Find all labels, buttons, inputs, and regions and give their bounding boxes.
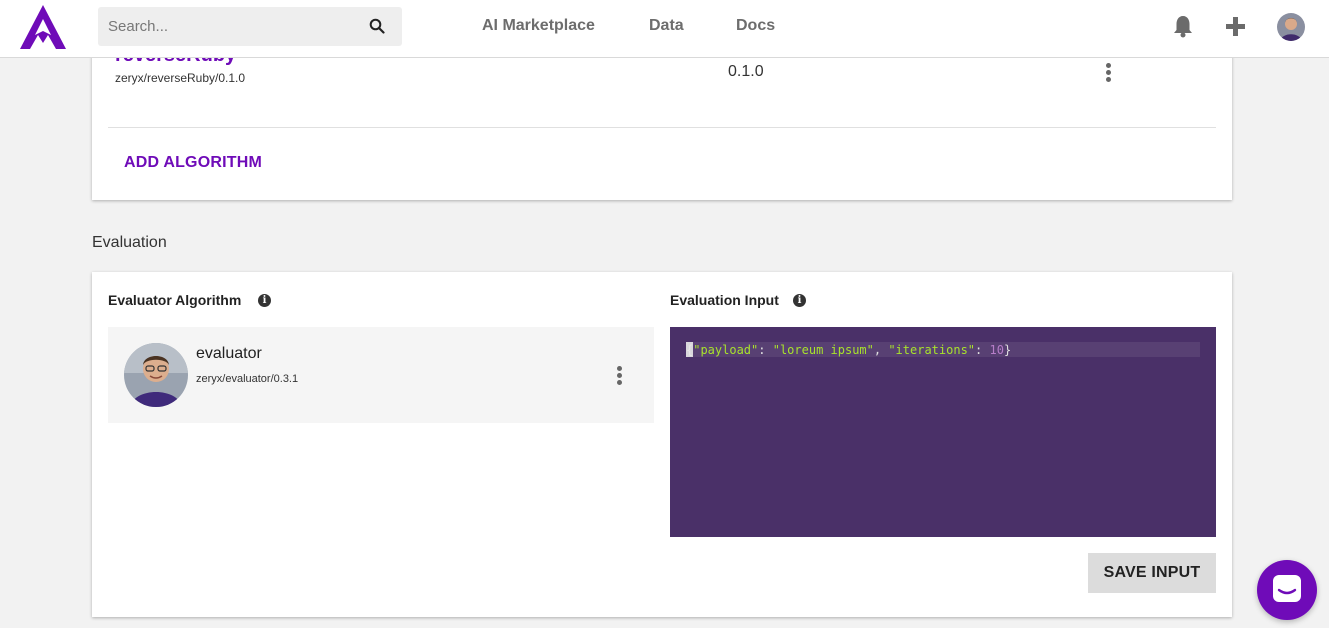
logo-icon[interactable] bbox=[20, 5, 66, 49]
evaluation-section-title: Evaluation bbox=[92, 234, 167, 251]
search-input[interactable] bbox=[98, 7, 402, 46]
algorithm-menu-icon[interactable] bbox=[1101, 63, 1115, 85]
divider bbox=[108, 127, 1216, 128]
nav-docs[interactable]: Docs bbox=[736, 17, 775, 35]
code-line: {"payload": "loreum ipsum", "iterations"… bbox=[686, 342, 1200, 357]
chat-icon bbox=[1273, 575, 1301, 602]
algorithm-version: 0.1.0 bbox=[728, 63, 764, 80]
code-key: "payload" bbox=[693, 343, 759, 357]
plus-icon[interactable] bbox=[1225, 16, 1246, 37]
code-number: 10 bbox=[989, 343, 1004, 357]
evaluator-algorithm-title: Evaluator Algorithm bbox=[108, 292, 242, 308]
nav-ai-marketplace[interactable]: AI Marketplace bbox=[482, 17, 595, 35]
evaluation-card: Evaluator Algorithm i Evaluation Input i… bbox=[92, 272, 1232, 617]
nav-data[interactable]: Data bbox=[649, 17, 684, 35]
evaluator-algorithm-item[interactable]: evaluator zeryx/evaluator/0.3.1 bbox=[108, 327, 654, 423]
evaluator-name: evaluator bbox=[196, 345, 262, 362]
evaluator-avatar bbox=[124, 343, 188, 407]
evaluator-path: zeryx/evaluator/0.3.1 bbox=[196, 373, 299, 385]
info-icon[interactable]: i bbox=[793, 294, 806, 307]
algorithm-path: zeryx/reverseRuby/0.1.0 bbox=[115, 71, 246, 85]
chat-launcher-button[interactable] bbox=[1257, 560, 1317, 620]
info-icon[interactable]: i bbox=[258, 294, 271, 307]
bell-icon[interactable] bbox=[1172, 14, 1194, 38]
evaluator-menu-icon[interactable] bbox=[612, 366, 626, 388]
code-value: "loreum ipsum" bbox=[772, 343, 874, 357]
code-key: "iterations" bbox=[888, 343, 976, 357]
user-avatar[interactable] bbox=[1277, 13, 1305, 41]
add-algorithm-button[interactable]: ADD ALGORITHM bbox=[124, 154, 262, 172]
evaluation-input-editor[interactable]: {"payload": "loreum ipsum", "iterations"… bbox=[670, 327, 1216, 537]
evaluation-input-title: Evaluation Input bbox=[670, 292, 779, 308]
top-bar: AI Marketplace Data Docs bbox=[0, 0, 1329, 58]
save-input-button[interactable]: SAVE INPUT bbox=[1088, 553, 1216, 593]
search-icon[interactable] bbox=[369, 18, 385, 34]
text-cursor bbox=[686, 342, 693, 357]
